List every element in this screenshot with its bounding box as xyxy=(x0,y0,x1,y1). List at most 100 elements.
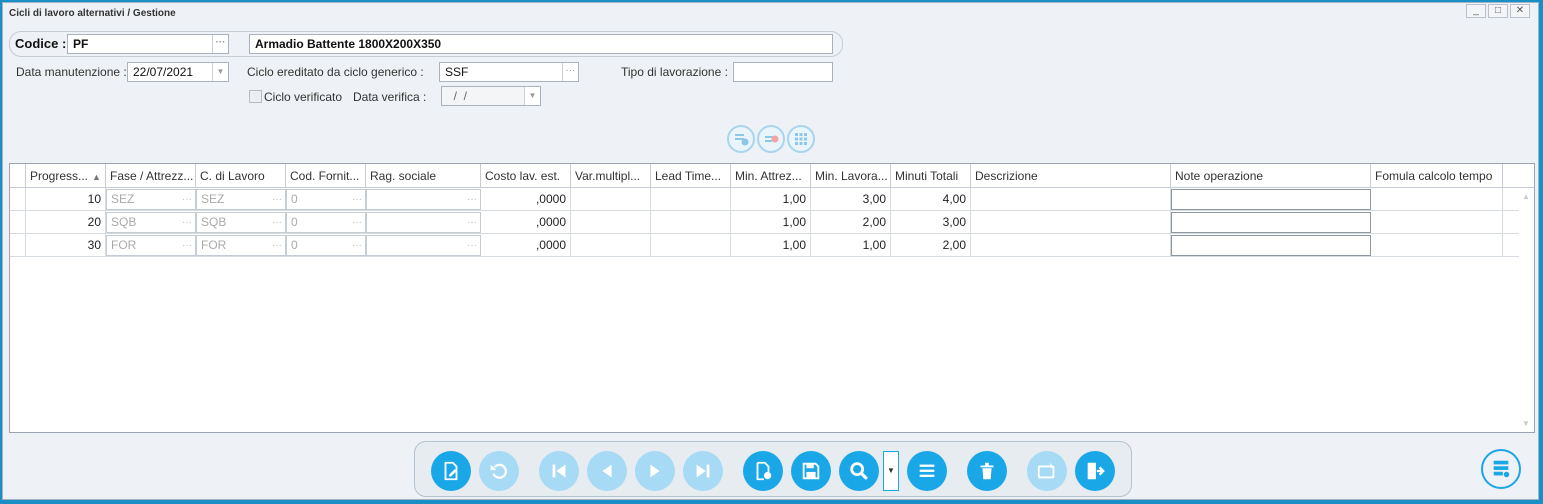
cell-attrez[interactable]: 1,00 xyxy=(731,188,811,211)
cell-forn[interactable]: 0 ··· xyxy=(286,212,366,233)
col-centro-lavoro[interactable]: C. di Lavoro xyxy=(196,164,286,188)
lookup-ellipsis-icon[interactable]: ··· xyxy=(352,236,362,255)
remove-row-icon[interactable] xyxy=(757,125,785,153)
table-row[interactable]: 30 FOR ··· FOR ··· 0 ··· ··· ,0000 1,00 1,00 2,00 xyxy=(10,234,1520,257)
lookup-ellipsis-icon[interactable]: ··· xyxy=(272,236,282,255)
lookup-ellipsis-icon[interactable]: ··· xyxy=(352,213,362,232)
lookup-ellipsis-icon[interactable]: ··· xyxy=(467,213,477,232)
layout-options-button[interactable] xyxy=(1481,449,1521,489)
cell-formula[interactable] xyxy=(1371,188,1503,211)
table-row[interactable]: 10 SEZ ··· SEZ ··· 0 ··· ··· ,0000 1,00 3,00 4,00 xyxy=(10,188,1520,211)
cell-forn[interactable]: 0 ··· xyxy=(286,189,366,210)
cell-lead[interactable] xyxy=(651,188,731,211)
lookup-ellipsis-icon[interactable]: ··· xyxy=(272,190,282,209)
add-row-icon[interactable] xyxy=(727,125,755,153)
cell-lavora[interactable]: 2,00 xyxy=(811,211,891,234)
maximize-button[interactable]: □ xyxy=(1488,4,1508,18)
cell-descr[interactable] xyxy=(971,188,1171,211)
delete-button[interactable] xyxy=(967,451,1007,491)
col-minuti-totali[interactable]: Minuti Totali xyxy=(891,164,971,188)
ciclo-verificato-checkbox[interactable] xyxy=(249,90,262,103)
cell-fase[interactable]: SQB ··· xyxy=(106,212,196,233)
data-manutenzione-field[interactable]: 22/07/2021 ▼ xyxy=(127,62,229,82)
cell-lead[interactable] xyxy=(651,211,731,234)
descrizione-field[interactable]: Armadio Battente 1800X200X350 xyxy=(249,34,833,54)
cell-fase[interactable]: SEZ ··· xyxy=(106,189,196,210)
col-note-operazione[interactable]: Note operazione xyxy=(1171,164,1371,188)
lookup-ellipsis-icon[interactable]: ··· xyxy=(467,190,477,209)
lookup-ellipsis-icon[interactable]: ··· xyxy=(182,213,192,232)
col-cod-fornitore[interactable]: Cod. Fornit... xyxy=(286,164,366,188)
calendar-dropdown-icon[interactable]: ▼ xyxy=(524,87,540,105)
row-selector[interactable] xyxy=(10,188,26,211)
vertical-scrollbar[interactable]: ▲ ▼ xyxy=(1519,188,1534,432)
col-descrizione[interactable]: Descrizione xyxy=(971,164,1171,188)
lookup-ellipsis-icon[interactable]: ··· xyxy=(182,236,192,255)
calendar-dropdown-icon[interactable]: ▼ xyxy=(212,63,228,81)
cell-prog[interactable]: 10 xyxy=(26,188,106,211)
ciclo-ereditato-field[interactable]: SSF ··· xyxy=(439,62,579,82)
cell-formula[interactable] xyxy=(1371,211,1503,234)
operations-grid[interactable]: Progress... ▲ Fase / Attrezz... C. di Lav… xyxy=(9,163,1535,433)
col-costo-lav[interactable]: Costo lav. est. xyxy=(481,164,571,188)
table-row[interactable]: 20 SQB ··· SQB ··· 0 ··· ··· ,0000 1,00 2,00 3,00 xyxy=(10,211,1520,234)
cell-rag[interactable]: ··· xyxy=(366,212,481,233)
cell-lead[interactable] xyxy=(651,234,731,257)
data-verifica-field[interactable]: / / ▼ xyxy=(441,86,541,106)
cell-var[interactable] xyxy=(571,211,651,234)
cell-totali[interactable]: 4,00 xyxy=(891,188,971,211)
cell-fase[interactable]: FOR ··· xyxy=(106,235,196,256)
undo-button[interactable] xyxy=(479,451,519,491)
col-rag-sociale[interactable]: Rag. sociale xyxy=(366,164,481,188)
tipo-lavorazione-field[interactable] xyxy=(733,62,833,82)
row-selector[interactable] xyxy=(10,234,26,257)
cell-formula[interactable] xyxy=(1371,234,1503,257)
cell-costo[interactable]: ,0000 xyxy=(481,211,571,234)
cell-descr[interactable] xyxy=(971,234,1171,257)
cell-lavora[interactable]: 1,00 xyxy=(811,234,891,257)
cell-costo[interactable]: ,0000 xyxy=(481,234,571,257)
codice-lookup-button[interactable]: ··· xyxy=(212,35,228,53)
minimize-button[interactable]: _ xyxy=(1466,4,1486,18)
close-button[interactable]: ✕ xyxy=(1510,4,1530,18)
cell-prog[interactable]: 20 xyxy=(26,211,106,234)
search-options-dropdown[interactable]: ▼ xyxy=(883,451,899,491)
cell-rag[interactable]: ··· xyxy=(366,189,481,210)
lookup-ellipsis-icon[interactable]: ··· xyxy=(352,190,362,209)
row-selector[interactable] xyxy=(10,211,26,234)
cell-totali[interactable]: 3,00 xyxy=(891,211,971,234)
codice-field[interactable]: PF ··· xyxy=(67,34,229,54)
last-record-button[interactable] xyxy=(683,451,723,491)
new-document-button[interactable] xyxy=(743,451,783,491)
cell-cdl[interactable]: SEZ ··· xyxy=(196,189,286,210)
cell-var[interactable] xyxy=(571,188,651,211)
cell-cdl[interactable]: SQB ··· xyxy=(196,212,286,233)
cell-note[interactable] xyxy=(1171,235,1371,256)
cell-forn[interactable]: 0 ··· xyxy=(286,235,366,256)
ciclo-lookup-button[interactable]: ··· xyxy=(562,63,578,81)
scroll-up-icon[interactable]: ▲ xyxy=(1522,192,1530,201)
first-record-button[interactable] xyxy=(539,451,579,491)
cell-var[interactable] xyxy=(571,234,651,257)
col-min-attrez[interactable]: Min. Attrez... xyxy=(731,164,811,188)
col-fase[interactable]: Fase / Attrezz... xyxy=(106,164,196,188)
lookup-ellipsis-icon[interactable]: ··· xyxy=(467,236,477,255)
cell-descr[interactable] xyxy=(971,211,1171,234)
cell-lavora[interactable]: 3,00 xyxy=(811,188,891,211)
cell-note[interactable] xyxy=(1171,212,1371,233)
col-min-lavora[interactable]: Min. Lavora... xyxy=(811,164,891,188)
cell-totali[interactable]: 2,00 xyxy=(891,234,971,257)
cell-prog[interactable]: 30 xyxy=(26,234,106,257)
next-record-button[interactable] xyxy=(635,451,675,491)
grid-layout-icon[interactable] xyxy=(787,125,815,153)
cell-rag[interactable]: ··· xyxy=(366,235,481,256)
scroll-down-icon[interactable]: ▼ xyxy=(1522,419,1530,428)
col-formula-calcolo[interactable]: Fomula calcolo tempo xyxy=(1371,164,1503,188)
cell-attrez[interactable]: 1,00 xyxy=(731,234,811,257)
col-progressivo[interactable]: Progress... ▲ xyxy=(26,164,106,188)
card-edit-button[interactable] xyxy=(1027,451,1067,491)
lookup-ellipsis-icon[interactable]: ··· xyxy=(182,190,192,209)
previous-record-button[interactable] xyxy=(587,451,627,491)
search-button[interactable] xyxy=(839,451,879,491)
cell-note[interactable] xyxy=(1171,189,1371,210)
